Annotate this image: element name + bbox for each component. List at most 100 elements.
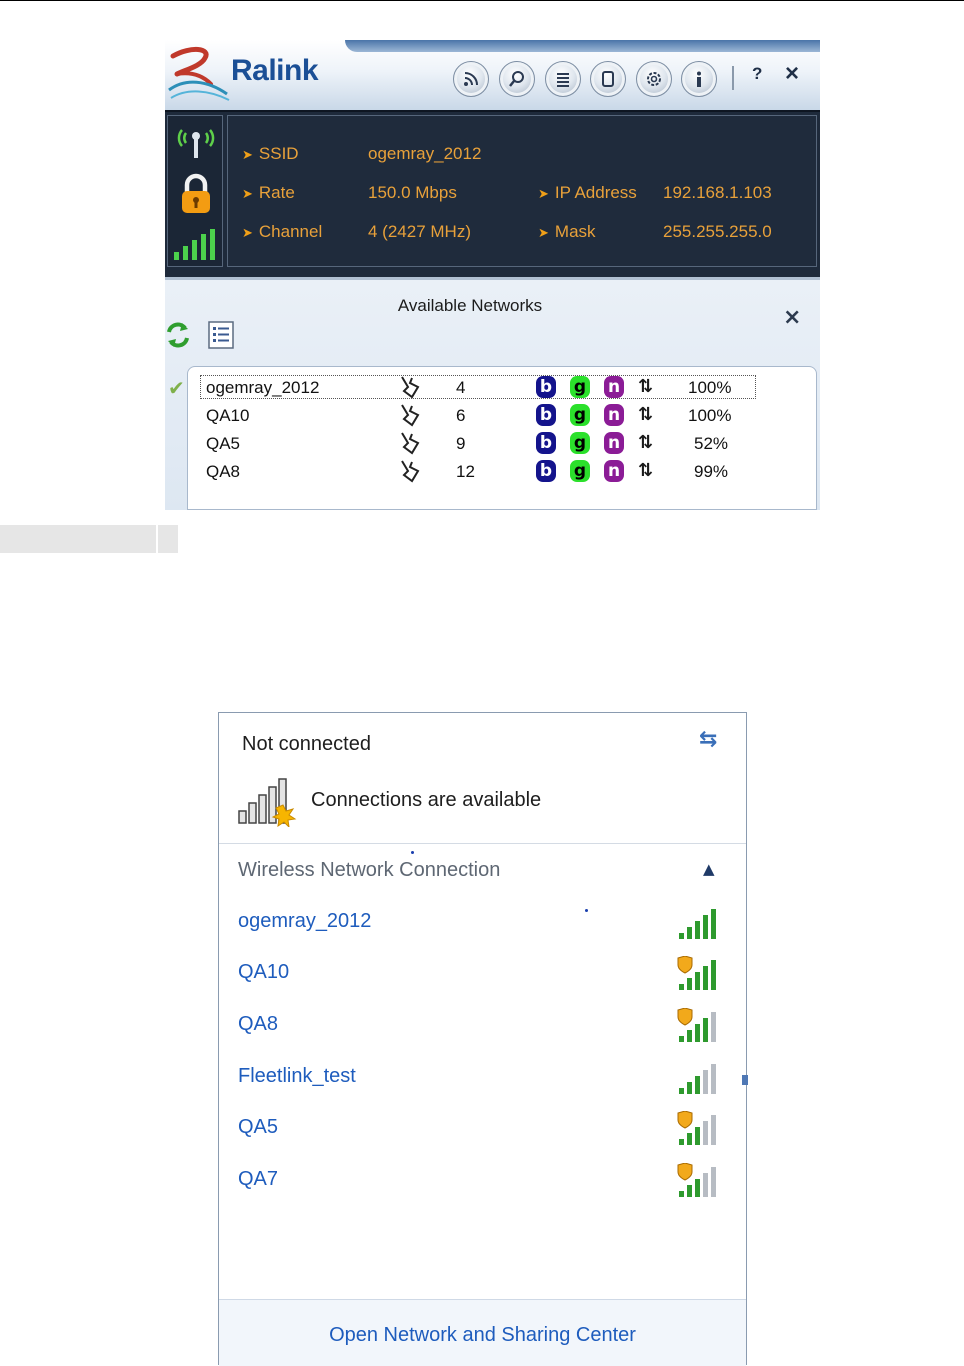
lock-icon <box>182 173 210 213</box>
ssid-label: ➤ SSID <box>242 144 299 163</box>
gear-icon <box>647 72 661 86</box>
section-divider <box>219 843 746 844</box>
wps-arrows-icon: ⇅ <box>638 460 654 481</box>
details-list-icon[interactable] <box>207 320 235 350</box>
close-button[interactable]: × <box>785 60 799 88</box>
wifi-network-name: Fleetlink_test <box>238 1065 356 1087</box>
network-ssid: QA10 <box>206 406 250 425</box>
network-signal: 100% <box>688 406 732 425</box>
mode-b-badge: b <box>536 376 556 398</box>
arrow-icon: ➤ <box>538 186 549 201</box>
wifi-network-name: ogemray_2012 <box>238 910 372 932</box>
windows-network-flyout: Not connected ⇆ Connections are availabl… <box>218 712 748 1366</box>
rate-value: 150.0 Mbps <box>368 183 457 202</box>
caption-placeholder-bar <box>0 525 178 553</box>
search-icon <box>509 71 524 87</box>
available-networks-title: Available Networks <box>397 296 543 315</box>
chevron-up-icon[interactable]: ▲ <box>703 860 715 878</box>
wifi-network-item[interactable]: QA8 <box>219 1008 746 1048</box>
wps-arrows-icon: ⇅ <box>638 432 654 453</box>
wifi-signal-icon <box>679 1064 716 1094</box>
signal-strength-icon <box>174 229 215 260</box>
wifi-network-item[interactable]: QA10 <box>219 956 746 996</box>
mask-value: 255.255.255.0 <box>663 222 772 241</box>
infrastructure-icon <box>401 432 420 455</box>
search-button[interactable] <box>499 61 535 97</box>
wifi-network-name: QA7 <box>238 1168 279 1190</box>
list-icon <box>557 73 569 87</box>
network-signal: 100% <box>688 378 732 397</box>
mode-n-badge: n <box>604 432 624 454</box>
channel-label: ➤ Channel <box>242 222 323 241</box>
mode-g-badge: g <box>570 432 590 454</box>
ralink-logo-text: Ralink <box>231 54 319 87</box>
infrastructure-icon <box>401 460 420 483</box>
network-row[interactable]: QA5 9 b g n ⇅ 52% <box>188 431 818 457</box>
artifact-dot <box>411 851 414 854</box>
refresh-icon[interactable] <box>165 320 193 350</box>
arrow-icon: ➤ <box>242 186 253 201</box>
ralink-logo-icon <box>168 47 230 101</box>
wifi-network-item[interactable]: QA7 <box>219 1163 746 1203</box>
network-row[interactable]: ✔ ogemray_2012 4 b g n ⇅ 100% <box>168 375 818 401</box>
scroll-edge-marker <box>742 1075 748 1085</box>
mode-n-badge: n <box>604 376 624 398</box>
network-channel: 6 <box>456 406 466 425</box>
rate-label: ➤ Rate <box>242 183 295 202</box>
network-signal: 99% <box>694 462 729 481</box>
status-icons <box>167 115 223 267</box>
mode-b-badge: b <box>536 432 556 454</box>
available-networks-panel: Available Networks × ✔ ogemray_2012 4 b … <box>165 280 820 510</box>
connections-available-text: Connections are available <box>311 789 542 811</box>
mode-b-badge: b <box>536 460 556 482</box>
ssid-value: ogemray_2012 <box>368 144 482 163</box>
wifi-network-item[interactable]: Fleetlink_test <box>219 1060 746 1100</box>
secured-wifi-signal-icon <box>677 1008 716 1042</box>
ip-address-value: 192.168.1.103 <box>663 183 772 202</box>
list-button[interactable] <box>545 61 581 97</box>
available-networks-close-button[interactable]: × <box>783 305 801 330</box>
network-row[interactable]: QA8 12 b g n ⇅ 99% <box>188 459 818 485</box>
refresh-arrows-icon[interactable]: ⇆ <box>699 727 717 752</box>
wifi-network-name: QA10 <box>238 961 290 983</box>
ip-address-label: ➤ IP Address <box>538 183 637 202</box>
network-channel: 9 <box>456 434 466 453</box>
page-icon <box>602 71 614 87</box>
info-button[interactable] <box>681 61 717 97</box>
wifi-network-name: QA8 <box>238 1013 279 1035</box>
network-list: ✔ ogemray_2012 4 b g n ⇅ 100% QA10 6 b g… <box>168 366 818 510</box>
page-button[interactable] <box>590 61 626 97</box>
arrow-icon: ➤ <box>538 225 549 240</box>
mode-g-badge: g <box>570 460 590 482</box>
connection-status-panel: ➤ SSID ogemray_2012 ➤ Rate 150.0 Mbps ➤ Cha… <box>165 110 820 282</box>
secured-wifi-signal-icon <box>677 956 716 990</box>
wps-arrows-icon: ⇅ <box>638 376 654 397</box>
connection-status-title: Not connected <box>242 733 371 755</box>
secured-wifi-signal-icon <box>677 1111 716 1145</box>
infrastructure-icon <box>401 404 420 427</box>
arrow-icon: ➤ <box>242 147 253 162</box>
settings-button[interactable] <box>636 61 672 97</box>
wifi-signal-icon <box>679 909 716 939</box>
wps-arrows-icon: ⇅ <box>638 404 654 425</box>
wifi-network-item[interactable]: QA5 <box>219 1111 746 1151</box>
page-top-rule <box>0 0 964 1</box>
wireless-section-header[interactable]: Wireless Network Connection <box>238 859 500 882</box>
network-row[interactable]: QA10 6 b g n ⇅ 100% <box>188 403 818 429</box>
channel-value: 4 (2427 MHz) <box>368 222 471 241</box>
arrow-icon: ➤ <box>242 225 253 240</box>
mode-n-badge: n <box>604 404 624 426</box>
network-signal: 52% <box>694 434 729 453</box>
status-details: ➤ SSID ogemray_2012 ➤ Rate 150.0 Mbps ➤ Cha… <box>227 115 817 267</box>
mode-g-badge: g <box>570 404 590 426</box>
help-button[interactable]: ? <box>752 64 762 84</box>
info-icon <box>697 71 701 87</box>
wifi-network-item[interactable]: ogemray_2012 <box>219 905 746 945</box>
network-ssid: QA8 <box>206 462 241 481</box>
open-network-sharing-center-link[interactable]: Open Network and Sharing Center <box>219 1324 746 1347</box>
connections-available-icon <box>238 778 297 827</box>
antenna-icon <box>177 129 215 158</box>
wifi-network-name: QA5 <box>238 1116 279 1138</box>
ralink-header: Ralink ? × <box>165 40 820 110</box>
rss-button[interactable] <box>453 61 489 97</box>
